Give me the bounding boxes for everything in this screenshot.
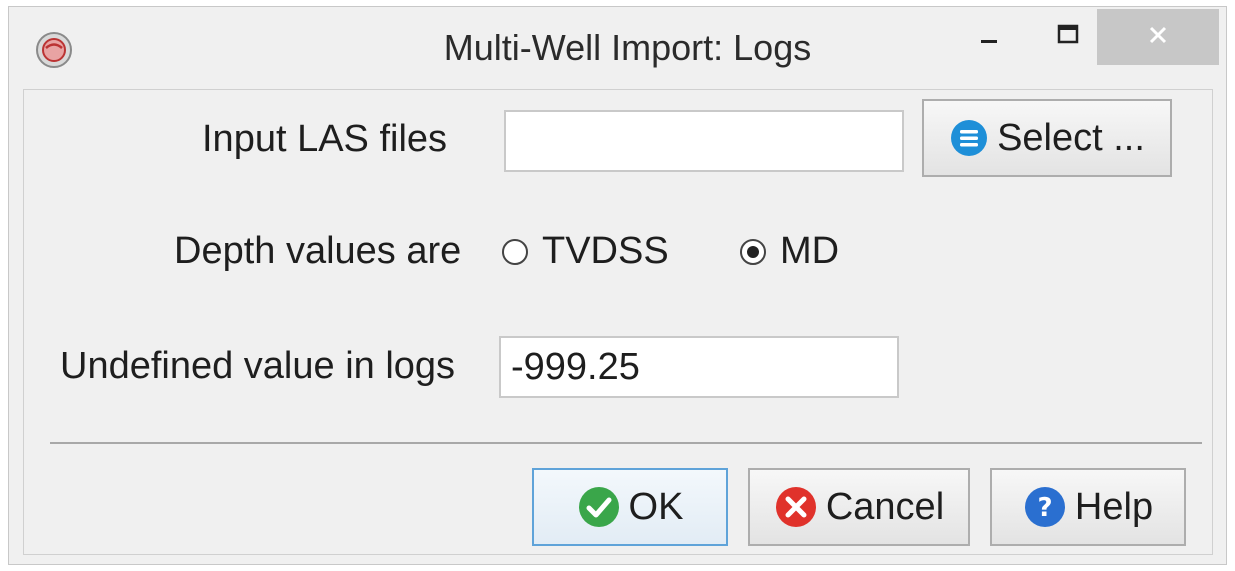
radio-tvdss[interactable]: TVDSS	[502, 230, 669, 273]
depth-values-label: Depth values are	[174, 230, 462, 272]
select-button-label: Select ...	[997, 116, 1145, 159]
minimize-icon	[978, 24, 1000, 51]
help-button-label: Help	[1074, 485, 1154, 528]
maximize-button[interactable]	[1043, 9, 1093, 65]
las-files-label: Input LAS files	[202, 118, 448, 160]
undefined-value-input[interactable]	[499, 336, 899, 398]
separator	[50, 442, 1202, 444]
list-icon	[949, 118, 989, 158]
las-files-input[interactable]	[504, 110, 904, 172]
minimize-button[interactable]	[964, 9, 1014, 65]
cancel-button[interactable]: Cancel	[748, 468, 970, 546]
svg-text:?: ?	[1037, 493, 1052, 523]
radio-md-label: MD	[780, 230, 840, 272]
help-button[interactable]: ? Help	[990, 468, 1186, 546]
close-button[interactable]	[1097, 9, 1219, 65]
title-bar[interactable]: Multi-Well Import: Logs	[9, 7, 1226, 89]
radio-tvdss-circle	[502, 238, 528, 265]
help-icon: ?	[1023, 485, 1067, 529]
radio-md-circle	[740, 238, 766, 265]
checkmark-icon	[577, 485, 621, 529]
radio-selected-dot	[747, 245, 759, 258]
undefined-value-label: Undefined value in logs	[60, 345, 456, 387]
close-icon	[1146, 23, 1170, 52]
radio-tvdss-label: TVDSS	[542, 230, 669, 272]
dialog-window: Multi-Well Import: Logs Input LAS files	[8, 6, 1227, 565]
dialog-content: Input LAS files Select ... Depth values …	[23, 89, 1213, 555]
radio-md[interactable]: MD	[740, 230, 839, 273]
cancel-x-icon	[774, 485, 818, 529]
maximize-icon	[1056, 23, 1080, 52]
ok-button[interactable]: OK	[532, 468, 728, 546]
cancel-button-label: Cancel	[825, 485, 945, 528]
select-files-button[interactable]: Select ...	[922, 99, 1172, 177]
ok-button-label: OK	[628, 485, 684, 528]
